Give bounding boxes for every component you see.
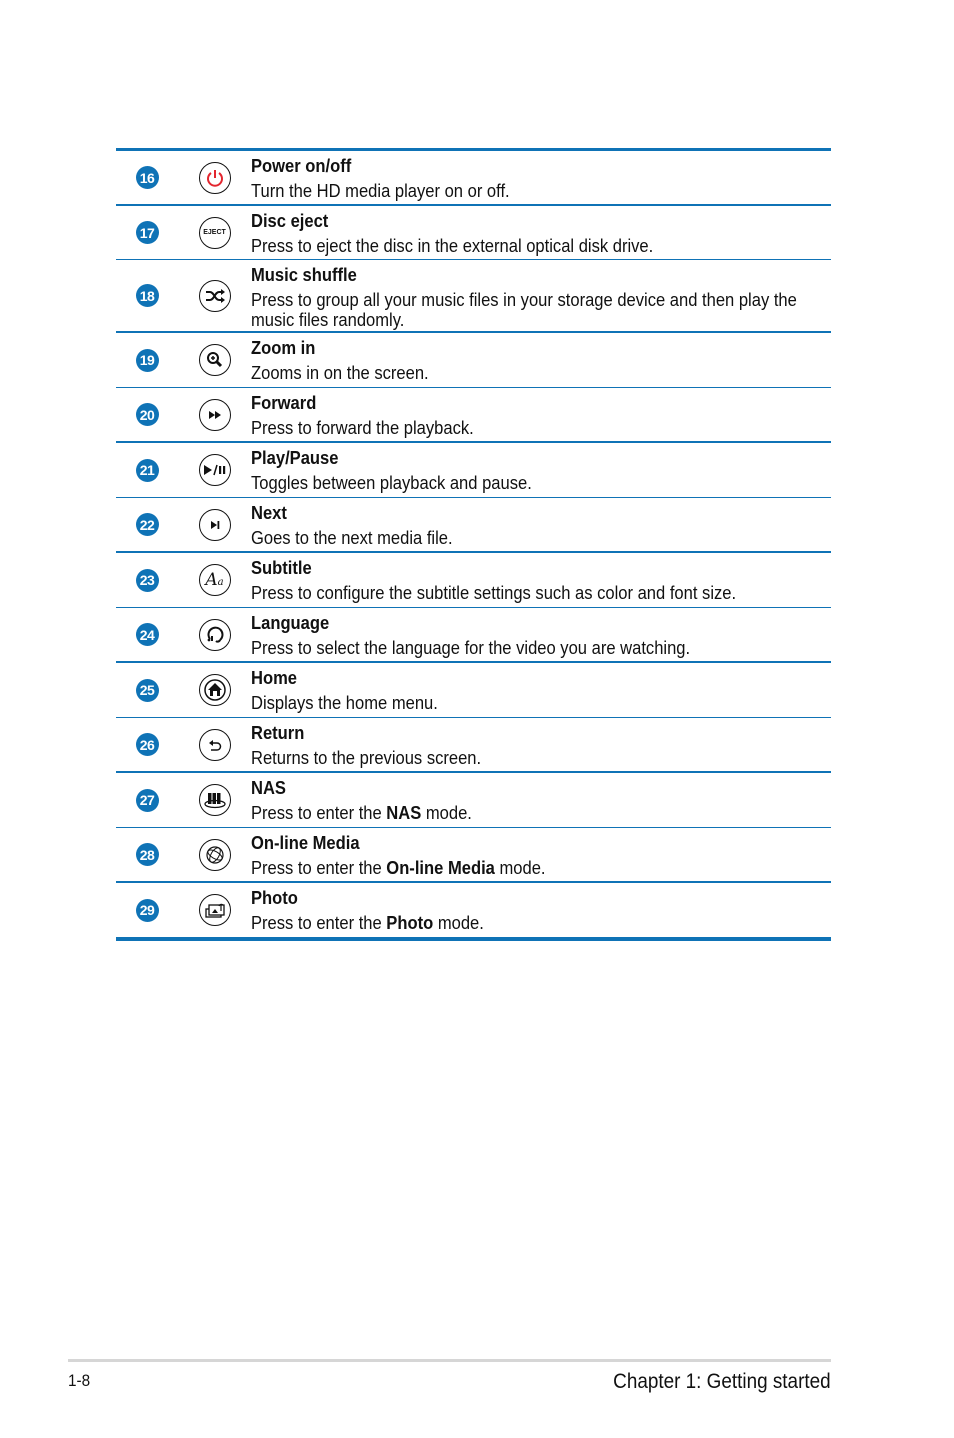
row-title: Play/Pause [251, 448, 339, 468]
shuffle-icon [198, 279, 231, 312]
table-row: 17 EJECT Disc eject Press to eject the di… [116, 206, 831, 260]
table-row: 23 Aa Subtitle Press to configure the sub… [116, 553, 831, 608]
home-icon [198, 674, 231, 706]
row-title: Photo [251, 888, 298, 908]
row-title: Home [251, 668, 298, 688]
row-title: Music shuffle [251, 265, 357, 285]
row-title: On-line Media [251, 833, 360, 853]
play-pause-icon [198, 454, 231, 486]
page-number: 1-8 [68, 1371, 91, 1390]
number-badge: 21 [135, 458, 159, 482]
number-badge: 29 [135, 898, 159, 922]
row-title: Forward [251, 393, 317, 413]
table-row: 25 Home Displays the home menu. [116, 663, 831, 718]
row-description: Toggles between playback and pause. [251, 473, 532, 493]
table-row: 20 Forward Press to forward the playback. [116, 388, 831, 443]
table-row: 27 NAS Press to enter the NAS mode. [116, 773, 831, 828]
photo-icon [198, 894, 231, 926]
subtitle-icon: Aa [198, 564, 231, 596]
number-badge: 23 [135, 568, 159, 592]
remote-buttons-table: 16 Power on/off Turn the HD media player … [116, 148, 831, 941]
number-badge: 19 [135, 348, 159, 372]
row-description: Goes to the next media file. [251, 528, 453, 548]
number-badge: 16 [135, 166, 159, 189]
number-badge: 17 [135, 221, 159, 244]
number-badge: 27 [135, 788, 159, 812]
row-title: Next [251, 503, 287, 523]
table-row: 19 Zoom in Zooms in on the screen. [116, 333, 831, 388]
table-row: 21 Play/Pause Toggles between playback an… [116, 443, 831, 498]
table-row: 28 On-line Media Press to enter the On-li… [116, 828, 831, 883]
table-row: 29 Photo Press to enter the Photo mode. [116, 883, 831, 937]
eject-icon: EJECT [198, 216, 231, 249]
row-title: Zoom in [251, 338, 316, 358]
number-badge: 26 [135, 733, 159, 756]
nas-icon [198, 784, 231, 816]
next-icon [198, 508, 231, 541]
number-badge: 24 [135, 623, 159, 646]
row-title: Subtitle [251, 558, 312, 578]
row-description: Turn the HD media player on or off. [251, 181, 510, 201]
row-title: NAS [251, 778, 286, 798]
number-badge: 22 [135, 513, 159, 536]
row-description: Press to enter the Photo mode. [251, 913, 484, 933]
row-description: Press to eject the disc in the external … [251, 236, 654, 256]
number-badge: 20 [135, 403, 159, 426]
row-description: Press to enter the NAS mode. [251, 803, 472, 823]
number-badge: 25 [135, 678, 159, 702]
chapter-title: Chapter 1: Getting started [613, 1370, 831, 1393]
table-row: 24 Language Press to select the language … [116, 608, 831, 663]
row-description: Press to configure the subtitle settings… [251, 583, 737, 603]
row-description: Press to select the language for the vid… [251, 638, 691, 658]
row-description: Press to forward the playback. [251, 418, 474, 438]
row-description: Press to enter the On-line Media mode. [251, 858, 546, 878]
row-description: Press to group all your music files in y… [251, 290, 797, 330]
footer-divider [68, 1359, 831, 1362]
row-description: Zooms in on the screen. [251, 363, 429, 383]
table-row: 18 Music shuffle Press to group all your … [116, 260, 831, 333]
row-title: Return [251, 723, 305, 743]
number-badge: 28 [135, 843, 159, 866]
row-title: Language [251, 613, 330, 633]
table-row: 22 Next Goes to the next media file. [116, 498, 831, 553]
table-row: 16 Power on/off Turn the HD media player … [116, 151, 831, 206]
number-badge: 18 [135, 284, 159, 307]
row-title: Disc eject [251, 211, 329, 231]
zoom-in-icon [198, 344, 231, 376]
row-description: Returns to the previous screen. [251, 748, 482, 768]
language-icon [198, 618, 231, 651]
online-media-icon [198, 838, 231, 871]
row-description: Displays the home menu. [251, 693, 438, 713]
forward-icon [198, 398, 231, 431]
row-title: Power on/off [251, 156, 352, 176]
power-icon [198, 161, 231, 194]
return-icon [198, 728, 231, 761]
table-row: 26 Return Returns to the previous screen. [116, 718, 831, 773]
